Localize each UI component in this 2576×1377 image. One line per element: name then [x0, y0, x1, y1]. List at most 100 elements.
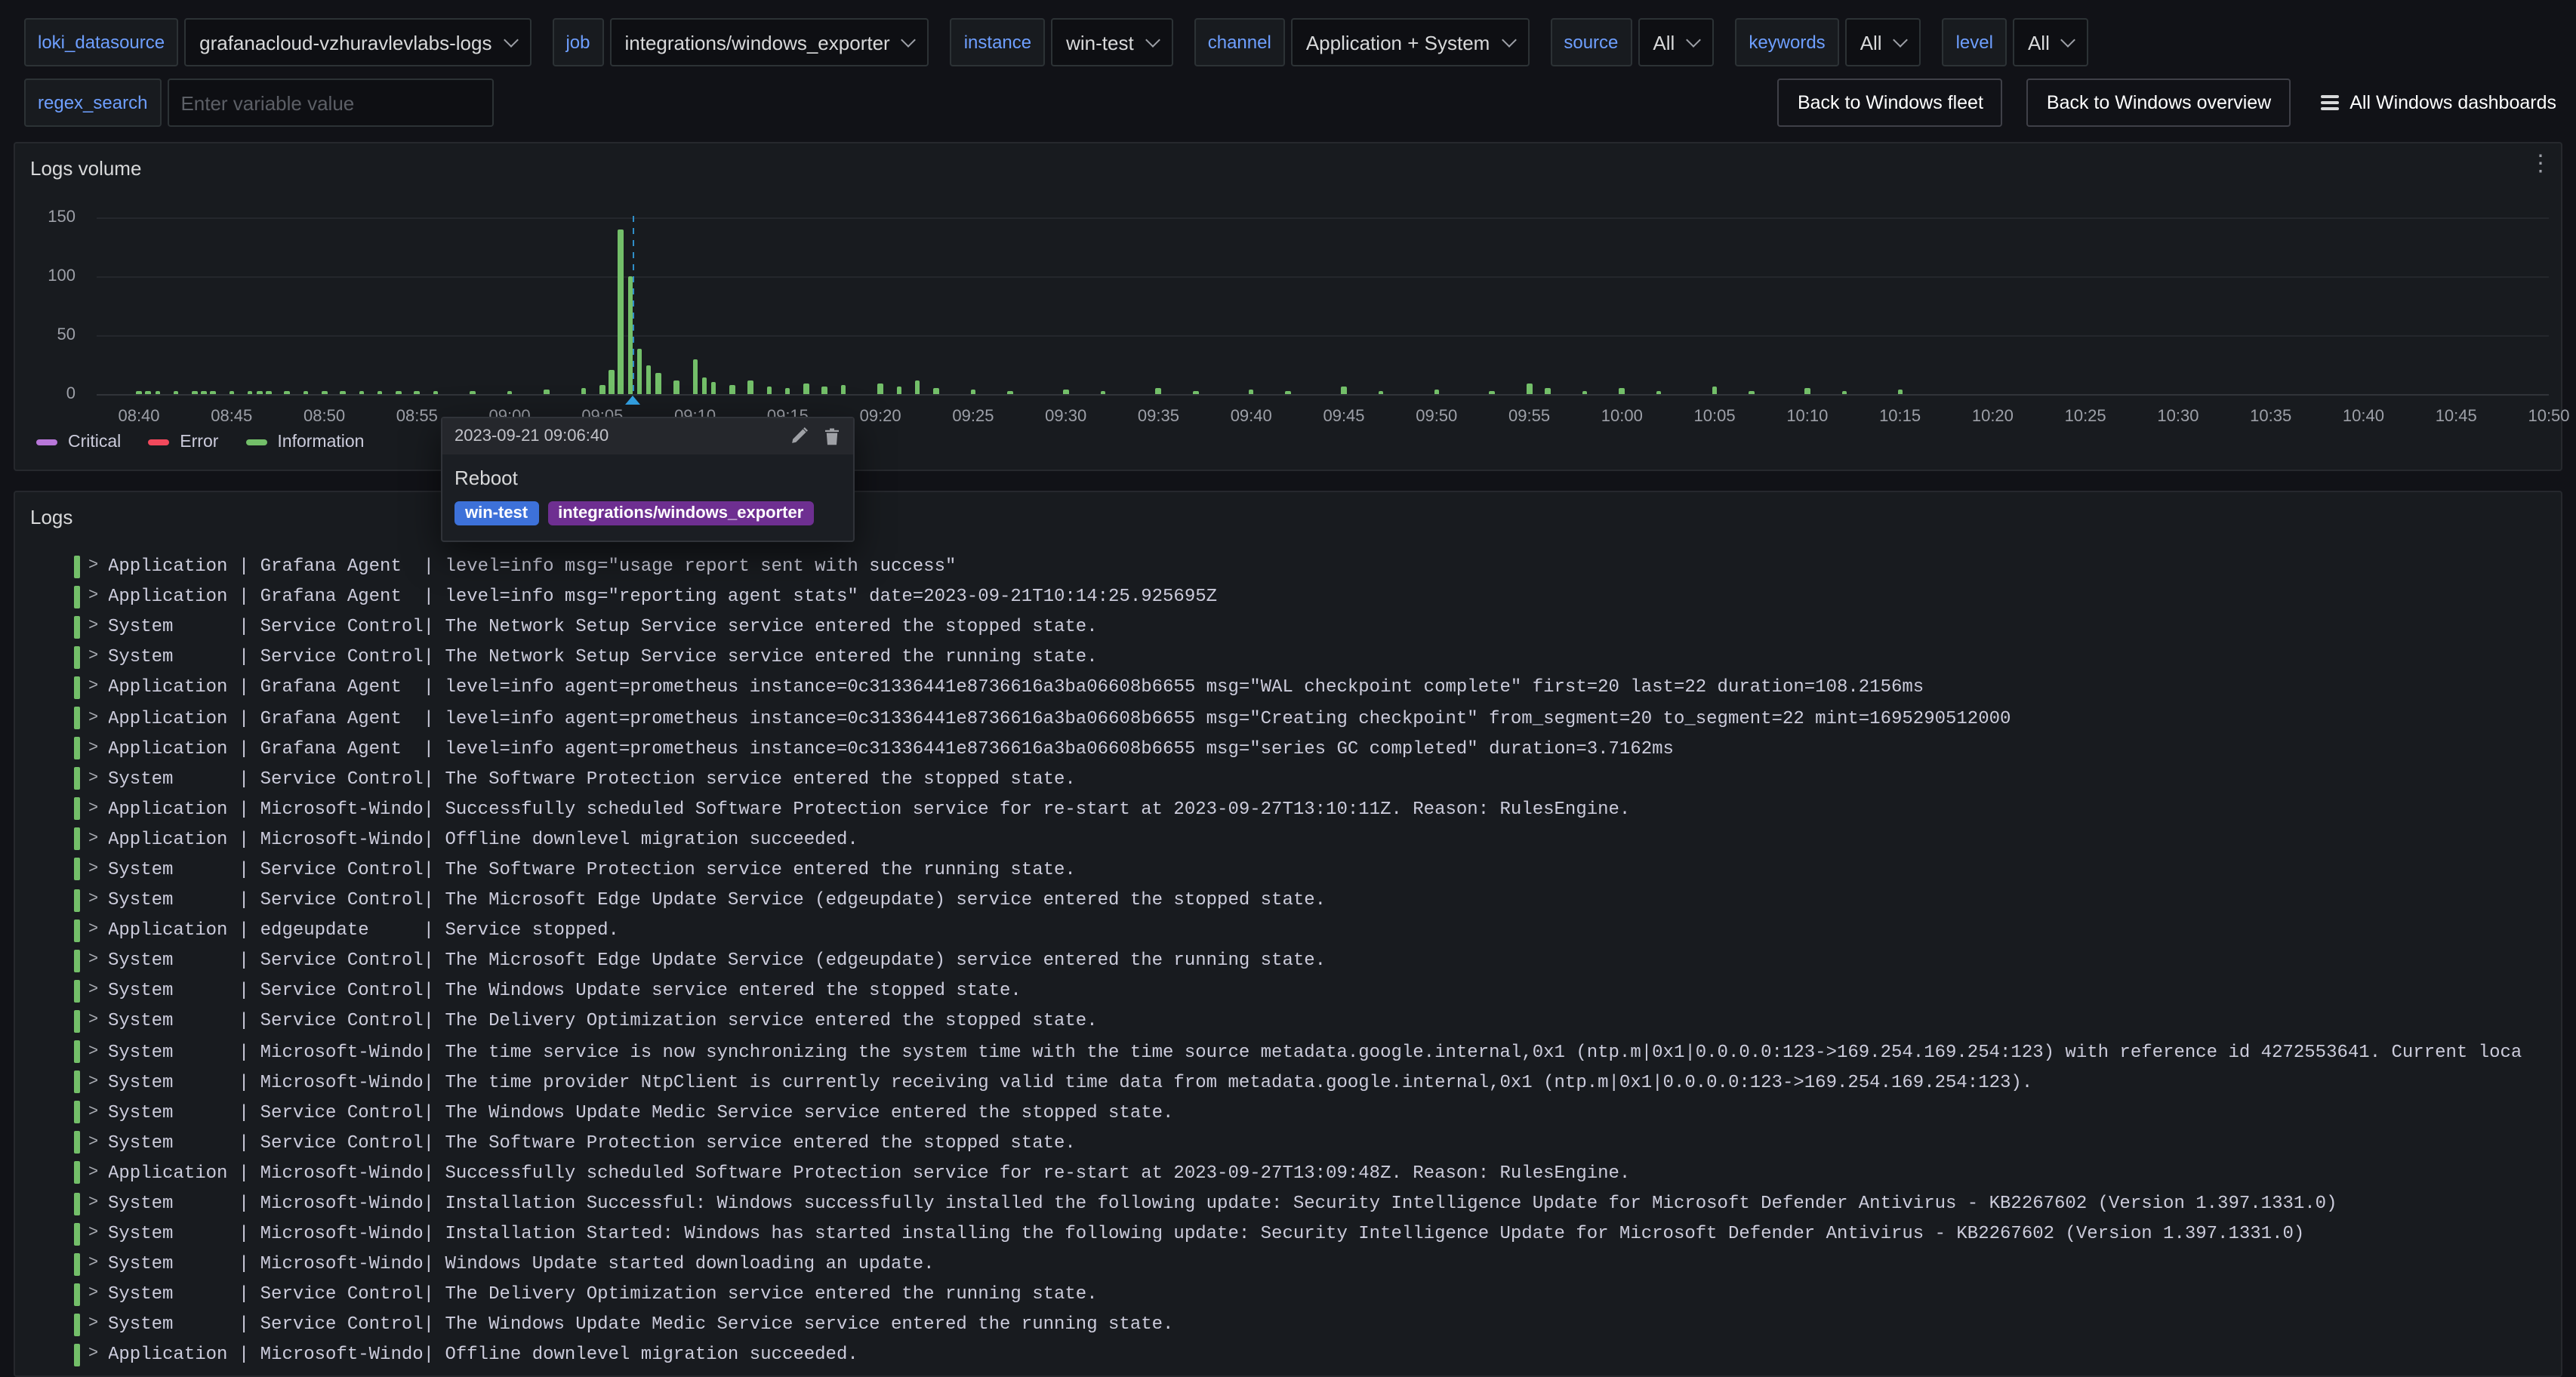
annotation-tag[interactable]: integrations/windows_exporter: [547, 501, 814, 525]
x-axis-label: 09:25: [952, 408, 994, 426]
log-row[interactable]: >System | Service Control| The Delivery …: [15, 1006, 2561, 1037]
expand-chevron-icon[interactable]: >: [88, 1286, 108, 1304]
log-row[interactable]: >Application | Grafana Agent | level=inf…: [15, 551, 2561, 581]
expand-chevron-icon[interactable]: >: [88, 1012, 108, 1030]
log-message: Application | Grafana Agent | level=info…: [108, 738, 1674, 759]
log-message: System | Service Control| The Network Se…: [108, 616, 1098, 637]
expand-chevron-icon[interactable]: >: [88, 739, 108, 757]
expand-chevron-icon[interactable]: >: [88, 982, 108, 1000]
expand-chevron-icon[interactable]: >: [88, 1073, 108, 1091]
annotation-tag[interactable]: win-test: [454, 501, 538, 525]
bar-information: [303, 391, 308, 394]
x-axis-label: 09:35: [1138, 408, 1179, 426]
log-message: System | Microsoft-Windo| The time servi…: [108, 1041, 2522, 1062]
expand-chevron-icon[interactable]: >: [88, 1225, 108, 1243]
annotation-tags: win-test integrations/windows_exporter: [454, 501, 841, 525]
log-row[interactable]: >System | Service Control| The Network S…: [15, 611, 2561, 642]
log-row[interactable]: >System | Microsoft-Windo| The time serv…: [15, 1037, 2561, 1067]
bar-information: [803, 384, 809, 394]
panel-menu-icon[interactable]: ⋮: [2529, 152, 2552, 175]
log-row[interactable]: >Application | edgeupdate | Service stop…: [15, 915, 2561, 945]
annotation-marker[interactable]: [626, 396, 641, 405]
expand-chevron-icon[interactable]: >: [88, 587, 108, 605]
bar-information: [1286, 390, 1291, 394]
expand-chevron-icon[interactable]: >: [88, 1043, 108, 1061]
expand-chevron-icon[interactable]: >: [88, 679, 108, 697]
variable-dropdown-keywords[interactable]: All: [1845, 18, 1921, 66]
expand-chevron-icon[interactable]: >: [88, 1316, 108, 1334]
log-row[interactable]: >System | Service Control| The Software …: [15, 763, 2561, 793]
gridline: [97, 276, 2549, 278]
log-row[interactable]: >System | Service Control| The Delivery …: [15, 1280, 2561, 1310]
expand-chevron-icon[interactable]: >: [88, 557, 108, 575]
expand-chevron-icon[interactable]: >: [88, 800, 108, 818]
log-row[interactable]: >Application | Microsoft-Windo| Successf…: [15, 794, 2561, 824]
bar-information: [1063, 390, 1068, 394]
log-row[interactable]: >System | Service Control| The Software …: [15, 1128, 2561, 1158]
expand-chevron-icon[interactable]: >: [88, 830, 108, 849]
log-row[interactable]: >System | Microsoft-Windo| Installation …: [15, 1218, 2561, 1249]
x-axis-label: 09:40: [1231, 408, 1272, 426]
log-row[interactable]: >Application | Microsoft-Windo| Offline …: [15, 1340, 2561, 1370]
regex-search-input[interactable]: [167, 79, 493, 127]
log-row[interactable]: >Application | Grafana Agent | level=inf…: [15, 703, 2561, 733]
variable-dropdown-loki_datasource[interactable]: grafanacloud-vzhuravlevlabs-logs: [184, 18, 531, 66]
bar-information: [618, 230, 624, 394]
log-row[interactable]: >Application | Microsoft-Windo| Offline …: [15, 824, 2561, 855]
logs-volume-panel: Logs volume ⋮ 05010015008:4008:4508:5008…: [14, 142, 2562, 471]
variable-channel: channelApplication + System: [1194, 18, 1530, 66]
log-row[interactable]: >System | Microsoft-Windo| Installation …: [15, 1188, 2561, 1218]
expand-chevron-icon[interactable]: >: [88, 1194, 108, 1212]
log-row[interactable]: >System | Service Control| The Windows U…: [15, 1310, 2561, 1340]
log-row[interactable]: >System | Service Control| The Windows U…: [15, 1097, 2561, 1127]
log-row[interactable]: >Application | Microsoft-Windo| Successf…: [15, 1158, 2561, 1188]
variable-dropdown-job[interactable]: integrations/windows_exporter: [610, 18, 929, 66]
log-level-indicator: [74, 1252, 79, 1275]
legend-item-information[interactable]: Information: [245, 433, 364, 451]
variable-label: channel: [1194, 18, 1285, 66]
back-to-windows-fleet-button[interactable]: Back to Windows fleet: [1778, 79, 2003, 127]
expand-chevron-icon[interactable]: >: [88, 1255, 108, 1273]
bar-information: [1379, 390, 1384, 394]
expand-chevron-icon[interactable]: >: [88, 1164, 108, 1182]
expand-chevron-icon[interactable]: >: [88, 648, 108, 667]
expand-chevron-icon[interactable]: >: [88, 891, 108, 909]
expand-chevron-icon[interactable]: >: [88, 921, 108, 939]
panel-title[interactable]: Logs volume: [30, 156, 141, 179]
log-row[interactable]: >System | Microsoft-Windo| Windows Updat…: [15, 1249, 2561, 1279]
variable-dropdown-level[interactable]: All: [2013, 18, 2089, 66]
expand-chevron-icon[interactable]: >: [88, 769, 108, 787]
delete-annotation-icon[interactable]: [823, 427, 841, 445]
expand-chevron-icon[interactable]: >: [88, 709, 108, 727]
all-windows-dashboards-button[interactable]: All Windows dashboards: [2315, 79, 2562, 127]
back-to-windows-overview-button[interactable]: Back to Windows overview: [2027, 79, 2291, 127]
toolbar-buttons: Back to Windows fleet Back to Windows ov…: [1778, 79, 2562, 127]
panel-title[interactable]: Logs: [30, 505, 72, 528]
log-level-indicator: [74, 1040, 79, 1063]
variable-dropdown-instance[interactable]: win-test: [1051, 18, 1173, 66]
log-row[interactable]: >System | Service Control| The Microsoft…: [15, 885, 2561, 915]
expand-chevron-icon[interactable]: >: [88, 1134, 108, 1152]
bar-information: [266, 391, 271, 394]
legend-item-error[interactable]: Error: [148, 433, 218, 451]
expand-chevron-icon[interactable]: >: [88, 952, 108, 970]
log-row[interactable]: >System | Service Control| The Microsoft…: [15, 945, 2561, 975]
log-row[interactable]: >System | Microsoft-Windo| The time prov…: [15, 1067, 2561, 1097]
bar-information: [201, 391, 206, 394]
log-level-indicator: [74, 1162, 79, 1184]
log-row[interactable]: >Application | Grafana Agent | level=inf…: [15, 733, 2561, 763]
log-row[interactable]: >System | Service Control| The Network S…: [15, 642, 2561, 673]
variable-dropdown-source[interactable]: All: [1638, 18, 1714, 66]
expand-chevron-icon[interactable]: >: [88, 1346, 108, 1364]
log-row[interactable]: >Application | Grafana Agent | level=inf…: [15, 673, 2561, 703]
bar-information: [609, 371, 615, 394]
edit-annotation-icon[interactable]: [790, 427, 808, 445]
log-row[interactable]: >System | Service Control| The Windows U…: [15, 976, 2561, 1006]
variable-dropdown-channel[interactable]: Application + System: [1291, 18, 1530, 66]
expand-chevron-icon[interactable]: >: [88, 1103, 108, 1121]
log-row[interactable]: >System | Service Control| The Software …: [15, 855, 2561, 885]
expand-chevron-icon[interactable]: >: [88, 861, 108, 879]
expand-chevron-icon[interactable]: >: [88, 618, 108, 636]
legend-item-critical[interactable]: Critical: [36, 433, 121, 451]
log-row[interactable]: >Application | Grafana Agent | level=inf…: [15, 581, 2561, 611]
